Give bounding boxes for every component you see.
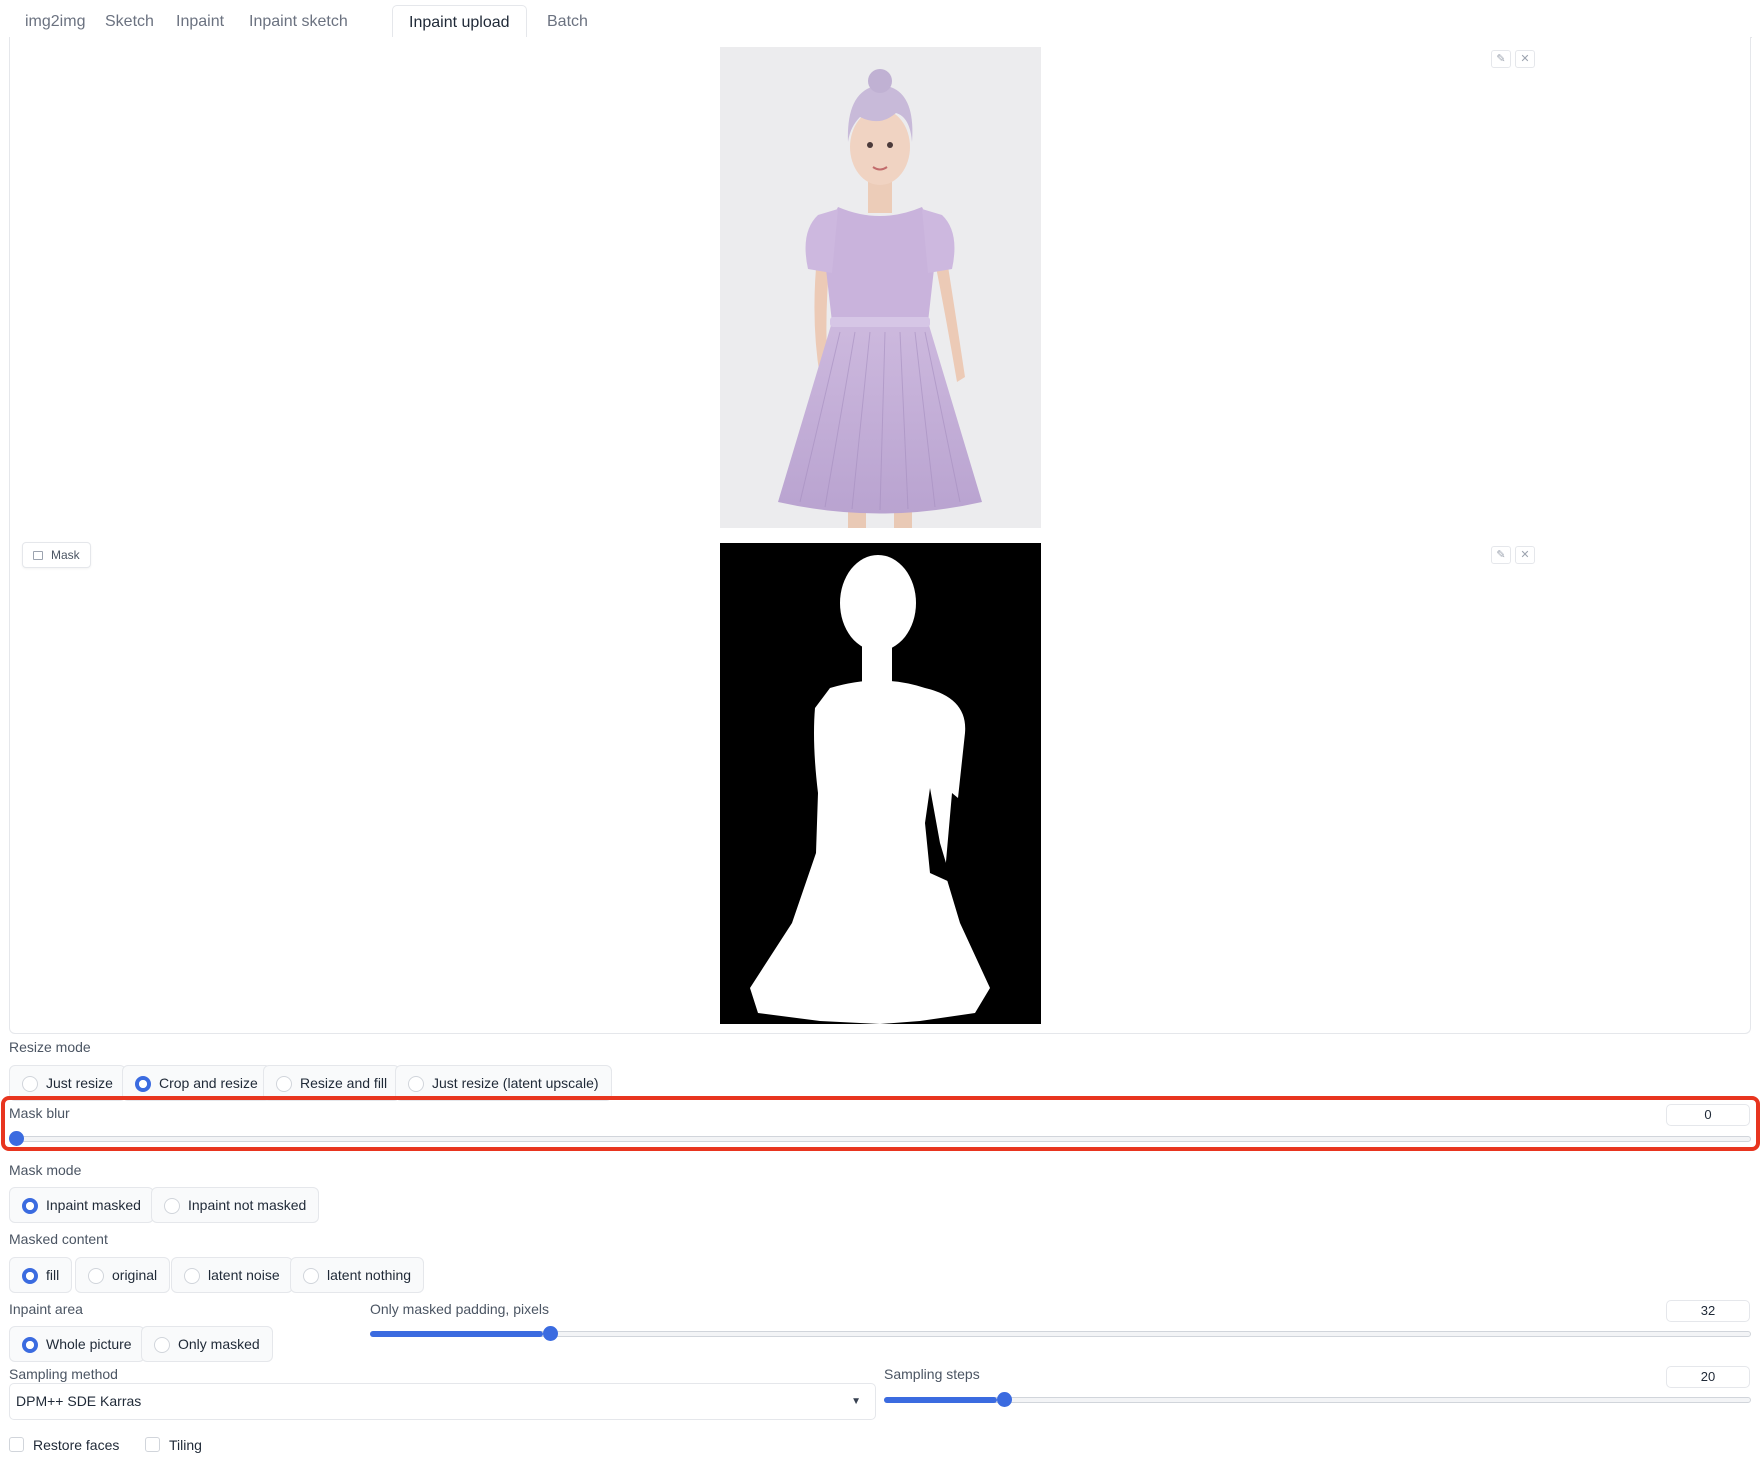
- radio-dot: [154, 1337, 170, 1353]
- slider-track: [370, 1331, 1751, 1337]
- radio-label: Only masked: [178, 1336, 260, 1352]
- radio-label: original: [112, 1267, 158, 1283]
- radio-only-masked[interactable]: Only masked: [141, 1326, 273, 1362]
- clear-image-button[interactable]: ✕: [1515, 50, 1535, 68]
- only-masked-padding-slider[interactable]: [370, 1325, 1751, 1343]
- slider-fill: [370, 1331, 543, 1337]
- edit-mask-button[interactable]: ✎: [1491, 546, 1511, 564]
- image-icon: [33, 551, 43, 560]
- radio-inpaint-not-masked[interactable]: Inpaint not masked: [151, 1187, 320, 1223]
- tab-inpaint-upload[interactable]: Inpaint upload: [392, 5, 527, 39]
- radio-label: Inpaint masked: [46, 1197, 141, 1213]
- tab-img2img[interactable]: img2img: [9, 5, 101, 38]
- radio-dot: [22, 1198, 38, 1214]
- radio-label: latent nothing: [327, 1267, 412, 1283]
- radio-dot: [22, 1076, 38, 1092]
- radio-dot: [276, 1076, 292, 1092]
- image-panel: ✎ ✕ Mask ✎ ✕: [9, 37, 1751, 1034]
- tab-bar: img2img Sketch Inpaint Inpaint sketch In…: [9, 5, 1752, 39]
- source-image[interactable]: [720, 47, 1041, 528]
- only-masked-padding-label: Only masked padding, pixels: [370, 1301, 549, 1317]
- radio-label: Just resize (latent upscale): [432, 1075, 599, 1091]
- radio-label: Crop and resize: [159, 1075, 258, 1091]
- radio-label: Inpaint not masked: [188, 1197, 307, 1213]
- mask-label-text: Mask: [51, 548, 80, 562]
- sampling-method-dropdown[interactable]: DPM++ SDE Karras ▼: [9, 1383, 876, 1420]
- mask-label: Mask: [22, 542, 91, 568]
- radio-dot: [22, 1268, 38, 1284]
- radio-dot: [303, 1268, 319, 1284]
- source-image-graphic: [720, 47, 1041, 528]
- radio-label: Whole picture: [46, 1336, 132, 1352]
- slider-thumb[interactable]: [9, 1131, 24, 1146]
- tab-inpaint[interactable]: Inpaint: [160, 5, 240, 38]
- sampling-steps-input[interactable]: 20: [1666, 1366, 1750, 1388]
- sampling-steps-label: Sampling steps: [884, 1366, 980, 1382]
- mask-blur-label: Mask blur: [9, 1105, 70, 1121]
- radio-whole-picture[interactable]: Whole picture: [9, 1326, 145, 1362]
- radio-dot: [408, 1076, 424, 1092]
- tab-sketch[interactable]: Sketch: [89, 5, 170, 38]
- checkbox-label: Restore faces: [33, 1437, 120, 1453]
- close-icon: ✕: [1520, 549, 1530, 561]
- sampling-method-label: Sampling method: [9, 1366, 118, 1382]
- tab-batch[interactable]: Batch: [531, 5, 604, 38]
- radio-fill[interactable]: fill: [9, 1257, 73, 1293]
- caret-down-icon: ▼: [851, 1396, 861, 1407]
- radio-inpaint-masked[interactable]: Inpaint masked: [9, 1187, 154, 1223]
- radio-dot: [88, 1268, 104, 1284]
- mask-blur-input[interactable]: 0: [1666, 1104, 1750, 1126]
- sampling-method-value: DPM++ SDE Karras: [16, 1393, 142, 1409]
- radio-latent-nothing[interactable]: latent nothing: [290, 1257, 425, 1293]
- slider-track: [884, 1397, 1751, 1403]
- close-icon: ✕: [1520, 53, 1530, 65]
- mask-image[interactable]: [720, 543, 1041, 1024]
- radio-original[interactable]: original: [75, 1257, 171, 1293]
- masked-content-label: Masked content: [9, 1231, 108, 1247]
- restore-faces-checkbox[interactable]: Restore faces: [9, 1436, 119, 1454]
- checkbox-label: Tiling: [169, 1437, 202, 1453]
- resize-mode-label: Resize mode: [9, 1039, 91, 1055]
- slider-thumb[interactable]: [996, 1392, 1012, 1407]
- slider-thumb[interactable]: [542, 1326, 558, 1341]
- radio-dot: [164, 1198, 180, 1214]
- tiling-checkbox[interactable]: Tiling: [145, 1436, 202, 1454]
- checkbox-box[interactable]: [9, 1437, 24, 1452]
- radio-dot: [184, 1268, 200, 1284]
- radio-label: Just resize: [46, 1075, 113, 1091]
- tab-inpaint-sketch[interactable]: Inpaint sketch: [233, 5, 364, 38]
- pencil-icon: ✎: [1496, 549, 1506, 561]
- radio-dot: [135, 1076, 151, 1092]
- only-masked-padding-input[interactable]: 32: [1666, 1300, 1750, 1322]
- radio-dot: [22, 1337, 38, 1353]
- pencil-icon: ✎: [1496, 53, 1506, 65]
- inpaint-area-label: Inpaint area: [9, 1301, 83, 1317]
- radio-label: fill: [46, 1267, 60, 1283]
- edit-image-button[interactable]: ✎: [1491, 50, 1511, 68]
- mask-image-graphic: [720, 543, 1041, 1024]
- radio-label: latent noise: [208, 1267, 280, 1283]
- slider-fill: [884, 1397, 997, 1403]
- radio-latent-noise[interactable]: latent noise: [171, 1257, 293, 1293]
- mask-blur-slider[interactable]: [9, 1130, 1751, 1148]
- clear-mask-button[interactable]: ✕: [1515, 546, 1535, 564]
- checkbox-box[interactable]: [145, 1437, 160, 1452]
- slider-track: [9, 1136, 1751, 1142]
- sampling-steps-slider[interactable]: [884, 1391, 1751, 1409]
- radio-label: Resize and fill: [300, 1075, 388, 1091]
- mask-mode-label: Mask mode: [9, 1162, 82, 1178]
